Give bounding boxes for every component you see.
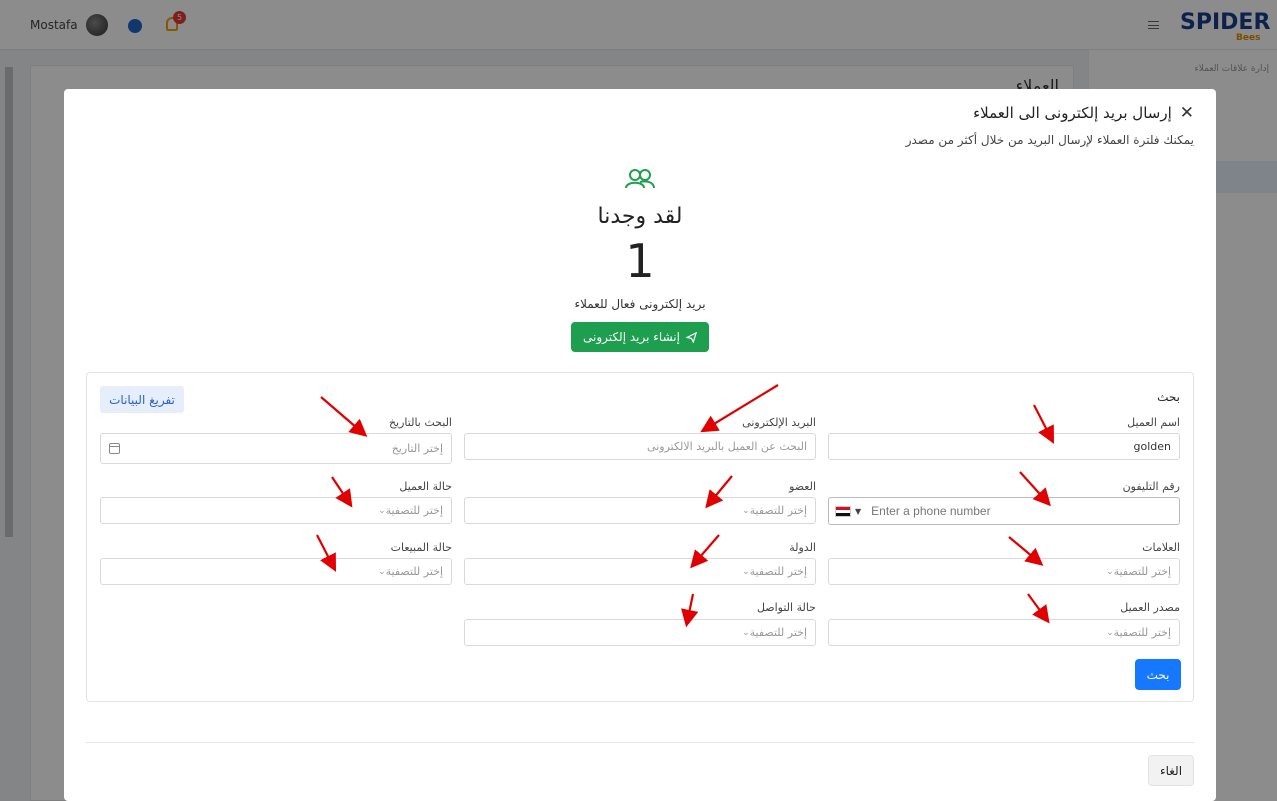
customer-source-label: مصدر العميل xyxy=(1120,601,1180,614)
egypt-flag-icon[interactable] xyxy=(835,505,851,517)
email-input[interactable]: البحث عن العميل بالبريد الالكترونى xyxy=(464,433,816,460)
chevron-down-icon: ⌄ xyxy=(1106,566,1114,577)
found-description: بريد إلكترونى فعال للعملاء xyxy=(574,297,706,311)
chevron-down-icon: ⌄ xyxy=(378,566,386,577)
phone-label: رقم التليفون xyxy=(1122,480,1180,493)
date-picker[interactable]: إختر التاريخ xyxy=(100,433,452,464)
customer-name-value: golden xyxy=(1133,440,1172,453)
tags-select[interactable]: إختر للتصفية ⌄ xyxy=(828,558,1180,585)
tags-placeholder: إختر للتصفية xyxy=(1113,565,1171,578)
member-placeholder: إختر للتصفية xyxy=(749,504,807,517)
phone-input[interactable]: ▼ Enter a phone number xyxy=(828,497,1180,525)
customer-name-label: اسم العميل xyxy=(1127,416,1180,429)
customer-status-placeholder: إختر للتصفية xyxy=(385,504,443,517)
sales-status-placeholder: إختر للتصفية xyxy=(385,565,443,578)
contact-status-placeholder: إختر للتصفية xyxy=(749,626,807,639)
chevron-down-icon: ⌄ xyxy=(742,627,750,638)
customer-source-select[interactable]: إختر للتصفية ⌄ xyxy=(828,619,1180,646)
close-icon[interactable]: ✕ xyxy=(1180,104,1194,122)
chevron-down-icon[interactable]: ▼ xyxy=(855,507,861,516)
contact-status-select[interactable]: إختر للتصفية ⌄ xyxy=(464,619,816,646)
cancel-button[interactable]: الغاء xyxy=(1148,755,1194,786)
send-email-modal: ✕ إرسال بريد إلكترونى الى العملاء يمكنك … xyxy=(64,89,1216,801)
modal-subtitle: يمكنك فلترة العملاء لإرسال البريد من خلا… xyxy=(905,133,1194,147)
chevron-down-icon: ⌄ xyxy=(1106,627,1114,638)
date-search-label: البحث بالتاريخ xyxy=(388,416,452,429)
country-placeholder: إختر للتصفية xyxy=(749,565,807,578)
search-heading: بحث xyxy=(1157,390,1180,404)
calendar-icon xyxy=(109,443,120,454)
sales-status-label: حالة المبيعات xyxy=(390,541,452,554)
modal-title: إرسال بريد إلكترونى الى العملاء xyxy=(973,104,1172,122)
email-label: البريد الإلكترونى xyxy=(742,416,816,429)
found-count: 1 xyxy=(625,234,655,288)
member-select[interactable]: إختر للتصفية ⌄ xyxy=(464,497,816,524)
found-title: لقد وجدنا xyxy=(597,204,683,229)
create-email-label: إنشاء بريد إلكترونى xyxy=(583,330,680,344)
modal-header: ✕ إرسال بريد إلكترونى الى العملاء xyxy=(973,104,1194,122)
tags-label: العلامات xyxy=(1142,541,1180,554)
phone-placeholder: Enter a phone number xyxy=(871,504,991,518)
contact-status-label: حالة التواصل xyxy=(756,601,816,614)
email-placeholder: البحث عن العميل بالبريد الالكترونى xyxy=(647,440,807,453)
customer-status-select[interactable]: إختر للتصفية ⌄ xyxy=(100,497,452,524)
customer-status-label: حالة العميل xyxy=(399,480,452,493)
chevron-down-icon: ⌄ xyxy=(742,505,750,516)
footer-divider xyxy=(86,742,1194,743)
date-placeholder: إختر التاريخ xyxy=(391,442,443,455)
search-button[interactable]: بحث xyxy=(1135,659,1181,690)
send-icon xyxy=(685,331,697,343)
create-email-button[interactable]: إنشاء بريد إلكترونى xyxy=(571,322,709,352)
customer-name-input[interactable]: golden xyxy=(828,433,1180,460)
search-panel: بحث تفريغ البيانات اسم العميل golden الب… xyxy=(86,372,1194,702)
users-icon xyxy=(625,169,655,189)
chevron-down-icon: ⌄ xyxy=(378,505,386,516)
country-select[interactable]: إختر للتصفية ⌄ xyxy=(464,558,816,585)
clear-data-button[interactable]: تفريغ البيانات xyxy=(100,386,184,413)
customer-source-placeholder: إختر للتصفية xyxy=(1113,626,1171,639)
country-label: الدولة xyxy=(789,541,816,554)
chevron-down-icon: ⌄ xyxy=(742,566,750,577)
sales-status-select[interactable]: إختر للتصفية ⌄ xyxy=(100,558,452,585)
member-label: العضو xyxy=(789,480,816,493)
